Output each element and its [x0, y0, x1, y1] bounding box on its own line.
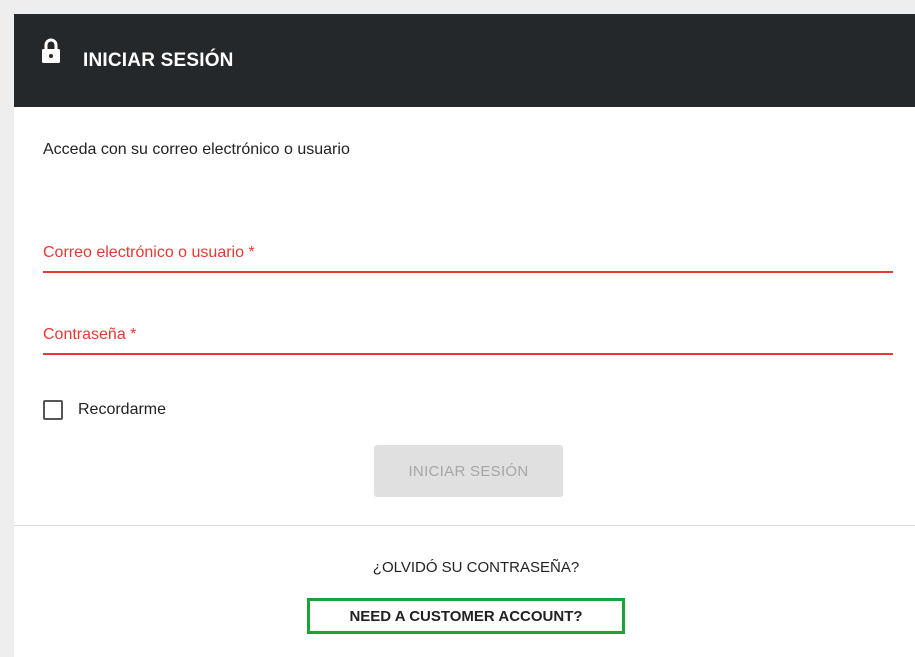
email-underline: [43, 271, 893, 273]
password-input[interactable]: [43, 315, 893, 353]
lock-icon: [42, 38, 60, 63]
remember-checkbox[interactable]: [43, 400, 63, 420]
remember-label: Recordarme: [78, 401, 167, 418]
forgot-password-link[interactable]: ¿OLVIDÓ SU CONTRASEÑA?: [14, 559, 915, 576]
remember-me[interactable]: Recordarme: [43, 399, 166, 421]
customer-account-link[interactable]: NEED A CUSTOMER ACCOUNT?: [307, 598, 625, 634]
login-card: INICIAR SESIÓN Acceda con su correo elec…: [14, 14, 915, 657]
login-button[interactable]: INICIAR SESIÓN: [374, 445, 563, 497]
login-instructions: Acceda con su correo electrónico o usuar…: [43, 141, 350, 158]
email-field: Correo electrónico o usuario *: [43, 233, 893, 273]
card-header: INICIAR SESIÓN: [14, 14, 915, 107]
page-title: INICIAR SESIÓN: [83, 50, 234, 71]
divider: [14, 525, 915, 526]
password-underline: [43, 353, 893, 355]
password-field: Contraseña *: [43, 315, 893, 355]
email-input[interactable]: [43, 233, 893, 271]
